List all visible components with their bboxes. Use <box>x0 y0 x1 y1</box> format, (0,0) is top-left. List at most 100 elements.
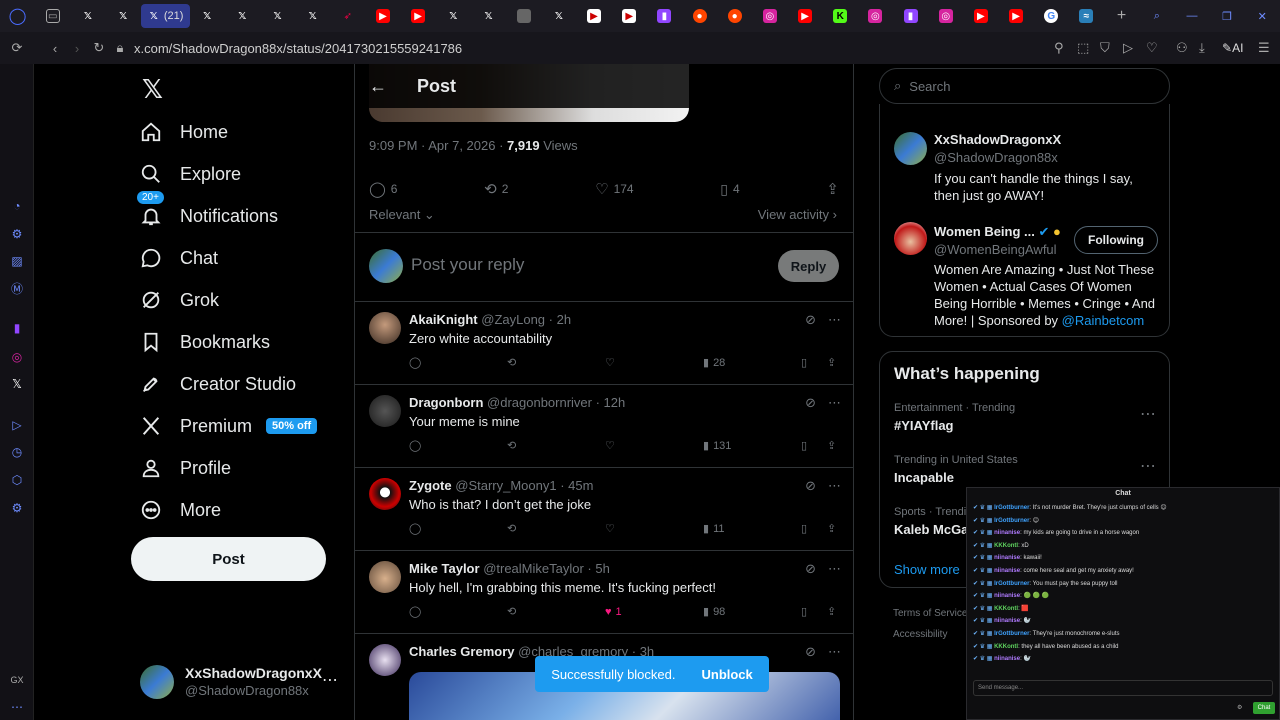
view-activity-link[interactable]: View activity › <box>758 207 837 222</box>
notes-icon[interactable]: ▨ <box>10 254 24 268</box>
avatar[interactable] <box>894 222 927 255</box>
repost-icon[interactable]: ⟲ <box>507 439 605 452</box>
send-icon[interactable]: ▷ <box>1123 40 1146 56</box>
tab-play-2[interactable]: ▶ <box>612 4 647 28</box>
tab-x-3[interactable]: 𝕏 <box>190 4 225 28</box>
tab-x-active[interactable]: 𝕏 (21) <box>140 4 190 28</box>
chat-username[interactable]: IrGottburner <box>994 581 1029 587</box>
more-dots-icon[interactable]: ⋯ <box>828 644 841 660</box>
avatar[interactable] <box>894 132 927 165</box>
sponsor-link[interactable]: @Rainbetcom <box>1062 313 1145 328</box>
chat-username[interactable]: niinanise <box>994 555 1020 561</box>
nav-explore[interactable]: Explore <box>140 154 241 194</box>
nav-chat[interactable]: Chat <box>140 238 218 278</box>
tab-x-4[interactable]: 𝕏 <box>225 4 260 28</box>
chat-username[interactable]: KKKontl <box>994 543 1018 549</box>
reply-author[interactable]: Zygote <box>409 478 452 493</box>
tab-youtube-4[interactable]: ▶ <box>963 4 998 28</box>
reply-button[interactable]: Reply <box>778 250 839 282</box>
pin-icon[interactable]: ⚲ <box>1054 40 1077 56</box>
tab-mail[interactable]: ▭ <box>35 4 70 28</box>
reply-handle[interactable]: @trealMikeTaylor · 5h <box>483 561 610 576</box>
sync-icon[interactable]: ⟳ <box>0 40 34 56</box>
like-action[interactable]: ♥ 1 <box>605 606 703 618</box>
nav-home[interactable]: Home <box>140 112 228 152</box>
reload-icon[interactable]: ↻ <box>88 40 110 56</box>
reply-icon[interactable]: ◯ <box>409 356 507 369</box>
new-tab-button[interactable]: + <box>1104 4 1139 28</box>
tab-image[interactable] <box>506 4 541 28</box>
chat-input[interactable]: Send message... <box>973 680 1273 696</box>
bookmark-action[interactable]: ▯ 4 <box>720 181 739 198</box>
back-icon[interactable]: ‹ <box>44 41 66 56</box>
minimize-icon[interactable]: — <box>1174 4 1209 28</box>
robot-icon[interactable]: ⚙ <box>10 227 24 241</box>
tab-instagram-1[interactable]: ◎ <box>752 4 787 28</box>
footer-accessibility[interactable]: Accessibility <box>893 629 947 640</box>
more-dots-icon[interactable]: ⋯ <box>322 670 338 690</box>
tab-x-6[interactable]: 𝕏 <box>295 4 330 28</box>
repost-icon[interactable]: ⟲ <box>507 522 605 535</box>
tab-misc-2[interactable]: ≈ <box>1069 4 1104 28</box>
tab-x-1[interactable]: 𝕏 <box>70 4 105 28</box>
ai-button[interactable]: ✎AI <box>1222 41 1258 55</box>
unblock-button[interactable]: Unblock <box>701 667 752 682</box>
reply-input[interactable]: Post your reply <box>411 255 524 275</box>
extensions-icon[interactable]: ⬡ <box>10 473 24 487</box>
views-stat[interactable]: ▮ 28 <box>703 356 801 370</box>
tab-misc[interactable]: ➶ <box>330 4 365 28</box>
grok-icon[interactable]: ⊘ <box>805 312 816 328</box>
share-icon[interactable]: ⇪ <box>827 439 836 452</box>
restore-icon[interactable]: ❐ <box>1210 4 1245 28</box>
player-icon[interactable]: ▷ <box>10 418 24 432</box>
instagram-sidebar-icon[interactable]: ◎ <box>10 350 24 364</box>
bookmark-icon[interactable]: ▯ <box>801 605 827 618</box>
reply-icon[interactable]: ◯ <box>409 522 507 535</box>
post-button[interactable]: Post <box>131 537 326 581</box>
url-text[interactable]: x.com/ShadowDragon88x/status/20417302155… <box>134 41 462 56</box>
views-stat[interactable]: ▮ 98 <box>703 605 801 619</box>
tab-x-7[interactable]: 𝕏 <box>436 4 471 28</box>
tab-search-icon[interactable]: ⌕ <box>1139 4 1174 28</box>
tab-reddit-2[interactable]: ● <box>717 4 752 28</box>
x-logo-icon[interactable]: 𝕏 <box>142 74 163 105</box>
tab-twitch-2[interactable]: ▮ <box>893 4 928 28</box>
download-icon[interactable]: ⤓ <box>1199 40 1222 56</box>
nav-creator-studio[interactable]: Creator Studio <box>140 364 296 404</box>
tab-youtube-2[interactable]: ▶ <box>401 4 436 28</box>
share-icon[interactable]: ⇪ <box>827 356 836 369</box>
views-stat[interactable]: ▮ 11 <box>703 522 801 536</box>
like-action[interactable]: ♡ 174 <box>595 180 633 198</box>
twitch-sidebar-icon[interactable]: ▮ <box>10 321 24 335</box>
profile-name[interactable]: XxShadowDragonxX <box>934 132 1061 147</box>
tab-x-2[interactable]: 𝕏 <box>106 4 141 28</box>
trend-item[interactable]: Sports · Trendi Kaleb McGa <box>894 506 974 546</box>
shield-icon[interactable]: ⛉ <box>1100 40 1123 56</box>
views-stat[interactable]: ▮ 131 <box>703 439 801 453</box>
more-dots-icon[interactable]: ⋯ <box>1140 456 1156 476</box>
tab-reddit-1[interactable]: ● <box>682 4 717 28</box>
tab-x-5[interactable]: 𝕏 <box>260 4 295 28</box>
bookmark-icon[interactable]: ▯ <box>801 522 827 535</box>
more-dots-icon[interactable]: ⋯ <box>828 561 841 577</box>
forward-icon[interactable]: › <box>66 41 88 56</box>
reply-item[interactable]: Mike Taylor @trealMikeTaylor · 5h Holy h… <box>355 551 853 634</box>
chat-username[interactable]: niinanise <box>994 568 1020 574</box>
grok-icon[interactable]: ⊘ <box>805 478 816 494</box>
reply-action[interactable]: ◯ 6 <box>369 180 397 198</box>
footer-terms[interactable]: Terms of Service <box>893 608 967 619</box>
opera-menu-icon[interactable]: ◯ <box>0 4 35 28</box>
share-icon[interactable]: ⇪ <box>827 605 836 618</box>
more-dots-icon[interactable]: ⋯ <box>828 478 841 494</box>
more-dots-icon[interactable]: ⋯ <box>10 700 24 714</box>
reply-icon[interactable]: ◯ <box>409 439 507 452</box>
reply-handle[interactable]: @ZayLong · 2h <box>481 312 571 327</box>
chat-username[interactable]: IrGottburner <box>994 518 1029 524</box>
heart-icon[interactable]: ♡ <box>605 356 703 369</box>
nav-grok[interactable]: Grok <box>140 280 219 320</box>
more-dots-icon[interactable]: ⋯ <box>828 395 841 411</box>
profile-icon[interactable]: ⚇ <box>1176 40 1199 56</box>
reply-author[interactable]: Dragonborn <box>409 395 483 410</box>
menu-icon[interactable]: ☰ <box>1258 40 1280 56</box>
profile-handle[interactable]: @WomenBeingAwful <box>934 242 1057 257</box>
